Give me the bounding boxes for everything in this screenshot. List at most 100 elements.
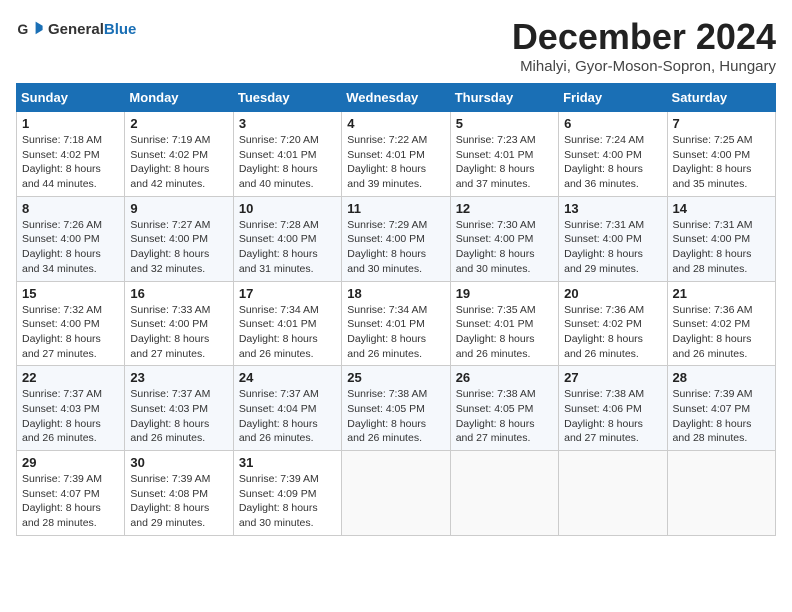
day-info: Sunrise: 7:35 AM Sunset: 4:01 PM Dayligh… — [456, 303, 553, 362]
day-info: Sunrise: 7:39 AM Sunset: 4:07 PM Dayligh… — [673, 387, 770, 446]
sunrise-label: Sunrise: 7:28 AM — [239, 219, 319, 231]
daylight-label: Daylight: 8 hours and 27 minutes. — [456, 418, 535, 445]
daylight-label: Daylight: 8 hours and 28 minutes. — [673, 248, 752, 275]
day-info: Sunrise: 7:30 AM Sunset: 4:00 PM Dayligh… — [456, 218, 553, 277]
sunrise-label: Sunrise: 7:29 AM — [347, 219, 427, 231]
day-number: 23 — [130, 370, 227, 385]
sunrise-label: Sunrise: 7:37 AM — [130, 388, 210, 400]
day-number: 9 — [130, 201, 227, 216]
sunset-label: Sunset: 4:01 PM — [456, 149, 534, 161]
sunrise-label: Sunrise: 7:31 AM — [564, 219, 644, 231]
sunrise-label: Sunrise: 7:39 AM — [239, 473, 319, 485]
day-info: Sunrise: 7:34 AM Sunset: 4:01 PM Dayligh… — [239, 303, 336, 362]
daylight-label: Daylight: 8 hours and 26 minutes. — [22, 418, 101, 445]
daylight-label: Daylight: 8 hours and 30 minutes. — [239, 502, 318, 529]
calendar-cell: 14 Sunrise: 7:31 AM Sunset: 4:00 PM Dayl… — [667, 196, 775, 281]
sunrise-label: Sunrise: 7:38 AM — [456, 388, 536, 400]
day-info: Sunrise: 7:25 AM Sunset: 4:00 PM Dayligh… — [673, 133, 770, 192]
sunrise-label: Sunrise: 7:31 AM — [673, 219, 753, 231]
sunrise-label: Sunrise: 7:33 AM — [130, 304, 210, 316]
calendar-cell: 13 Sunrise: 7:31 AM Sunset: 4:00 PM Dayl… — [559, 196, 667, 281]
calendar-cell: 28 Sunrise: 7:39 AM Sunset: 4:07 PM Dayl… — [667, 366, 775, 451]
daylight-label: Daylight: 8 hours and 26 minutes. — [456, 333, 535, 360]
day-number: 5 — [456, 116, 553, 131]
calendar-body: 1 Sunrise: 7:18 AM Sunset: 4:02 PM Dayli… — [17, 112, 776, 536]
sunset-label: Sunset: 4:01 PM — [456, 318, 534, 330]
daylight-label: Daylight: 8 hours and 26 minutes. — [673, 333, 752, 360]
month-title: December 2024 — [512, 16, 776, 58]
logo-blue-text: Blue — [104, 21, 137, 38]
day-number: 24 — [239, 370, 336, 385]
day-info: Sunrise: 7:23 AM Sunset: 4:01 PM Dayligh… — [456, 133, 553, 192]
daylight-label: Daylight: 8 hours and 26 minutes. — [347, 333, 426, 360]
sunrise-label: Sunrise: 7:39 AM — [22, 473, 102, 485]
sunrise-label: Sunrise: 7:36 AM — [564, 304, 644, 316]
day-info: Sunrise: 7:18 AM Sunset: 4:02 PM Dayligh… — [22, 133, 119, 192]
daylight-label: Daylight: 8 hours and 27 minutes. — [564, 418, 643, 445]
day-number: 7 — [673, 116, 770, 131]
calendar-cell: 19 Sunrise: 7:35 AM Sunset: 4:01 PM Dayl… — [450, 281, 558, 366]
calendar-header-row: Sunday Monday Tuesday Wednesday Thursday… — [17, 84, 776, 112]
day-number: 22 — [22, 370, 119, 385]
day-number: 14 — [673, 201, 770, 216]
sunrise-label: Sunrise: 7:20 AM — [239, 134, 319, 146]
daylight-label: Daylight: 8 hours and 27 minutes. — [130, 333, 209, 360]
daylight-label: Daylight: 8 hours and 37 minutes. — [456, 163, 535, 190]
col-saturday: Saturday — [667, 84, 775, 112]
daylight-label: Daylight: 8 hours and 39 minutes. — [347, 163, 426, 190]
day-info: Sunrise: 7:34 AM Sunset: 4:01 PM Dayligh… — [347, 303, 444, 362]
day-info: Sunrise: 7:38 AM Sunset: 4:06 PM Dayligh… — [564, 387, 661, 446]
day-number: 25 — [347, 370, 444, 385]
day-number: 19 — [456, 286, 553, 301]
calendar-row: 8 Sunrise: 7:26 AM Sunset: 4:00 PM Dayli… — [17, 196, 776, 281]
day-info: Sunrise: 7:39 AM Sunset: 4:09 PM Dayligh… — [239, 472, 336, 531]
day-info: Sunrise: 7:38 AM Sunset: 4:05 PM Dayligh… — [456, 387, 553, 446]
calendar-cell: 4 Sunrise: 7:22 AM Sunset: 4:01 PM Dayli… — [342, 112, 450, 197]
calendar-cell: 2 Sunrise: 7:19 AM Sunset: 4:02 PM Dayli… — [125, 112, 233, 197]
day-info: Sunrise: 7:39 AM Sunset: 4:08 PM Dayligh… — [130, 472, 227, 531]
daylight-label: Daylight: 8 hours and 26 minutes. — [239, 333, 318, 360]
calendar-cell — [667, 451, 775, 536]
sunset-label: Sunset: 4:03 PM — [22, 403, 100, 415]
calendar-table: Sunday Monday Tuesday Wednesday Thursday… — [16, 83, 776, 536]
sunrise-label: Sunrise: 7:26 AM — [22, 219, 102, 231]
day-number: 18 — [347, 286, 444, 301]
calendar-cell — [342, 451, 450, 536]
daylight-label: Daylight: 8 hours and 34 minutes. — [22, 248, 101, 275]
logo: G GeneralBlue — [16, 16, 136, 44]
sunrise-label: Sunrise: 7:22 AM — [347, 134, 427, 146]
svg-text:G: G — [17, 21, 28, 37]
day-number: 31 — [239, 455, 336, 470]
sunrise-label: Sunrise: 7:30 AM — [456, 219, 536, 231]
day-number: 26 — [456, 370, 553, 385]
sunrise-label: Sunrise: 7:24 AM — [564, 134, 644, 146]
day-info: Sunrise: 7:27 AM Sunset: 4:00 PM Dayligh… — [130, 218, 227, 277]
day-info: Sunrise: 7:38 AM Sunset: 4:05 PM Dayligh… — [347, 387, 444, 446]
sunset-label: Sunset: 4:02 PM — [22, 149, 100, 161]
sunrise-label: Sunrise: 7:38 AM — [564, 388, 644, 400]
day-number: 29 — [22, 455, 119, 470]
sunset-label: Sunset: 4:03 PM — [130, 403, 208, 415]
calendar-cell: 11 Sunrise: 7:29 AM Sunset: 4:00 PM Dayl… — [342, 196, 450, 281]
day-info: Sunrise: 7:19 AM Sunset: 4:02 PM Dayligh… — [130, 133, 227, 192]
calendar-cell: 15 Sunrise: 7:32 AM Sunset: 4:00 PM Dayl… — [17, 281, 125, 366]
day-number: 10 — [239, 201, 336, 216]
col-thursday: Thursday — [450, 84, 558, 112]
sunset-label: Sunset: 4:00 PM — [22, 318, 100, 330]
sunrise-label: Sunrise: 7:37 AM — [239, 388, 319, 400]
daylight-label: Daylight: 8 hours and 35 minutes. — [673, 163, 752, 190]
calendar-cell: 22 Sunrise: 7:37 AM Sunset: 4:03 PM Dayl… — [17, 366, 125, 451]
sunrise-label: Sunrise: 7:32 AM — [22, 304, 102, 316]
calendar-cell: 27 Sunrise: 7:38 AM Sunset: 4:06 PM Dayl… — [559, 366, 667, 451]
sunset-label: Sunset: 4:08 PM — [130, 488, 208, 500]
day-info: Sunrise: 7:32 AM Sunset: 4:00 PM Dayligh… — [22, 303, 119, 362]
sunset-label: Sunset: 4:02 PM — [673, 318, 751, 330]
sunrise-label: Sunrise: 7:39 AM — [673, 388, 753, 400]
sunset-label: Sunset: 4:02 PM — [130, 149, 208, 161]
daylight-label: Daylight: 8 hours and 28 minutes. — [673, 418, 752, 445]
sunrise-label: Sunrise: 7:37 AM — [22, 388, 102, 400]
col-monday: Monday — [125, 84, 233, 112]
daylight-label: Daylight: 8 hours and 26 minutes. — [564, 333, 643, 360]
daylight-label: Daylight: 8 hours and 26 minutes. — [239, 418, 318, 445]
daylight-label: Daylight: 8 hours and 44 minutes. — [22, 163, 101, 190]
